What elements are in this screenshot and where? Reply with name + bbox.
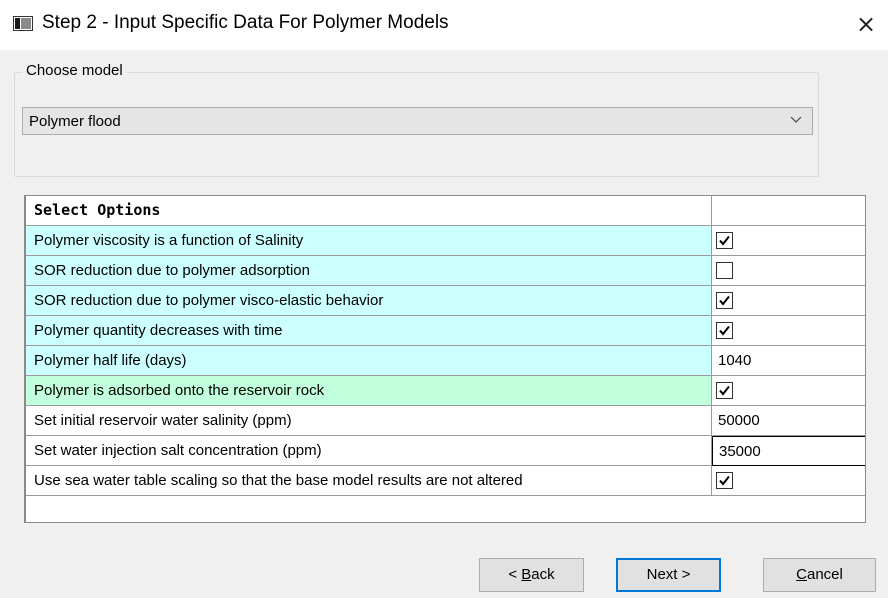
option-value[interactable]: 1040 — [712, 346, 865, 376]
option-label: SOR reduction due to polymer visco-elast… — [26, 286, 712, 316]
model-dropdown[interactable]: Polymer flood — [22, 107, 813, 135]
cancel-button[interactable]: Cancel — [763, 558, 876, 592]
option-label: Polymer quantity decreases with time — [26, 316, 712, 346]
window-title: Step 2 - Input Specific Data For Polymer… — [42, 12, 449, 33]
table-row: Polymer viscosity is a function of Salin… — [26, 226, 865, 256]
options-grid: Select Options Polymer viscosity is a fu… — [24, 195, 866, 523]
close-button[interactable]: × — [852, 10, 880, 38]
checkmark-icon — [719, 475, 730, 486]
table-row: Set water injection salt concentration (… — [26, 436, 865, 466]
table-row: Use sea water table scaling so that the … — [26, 466, 865, 496]
chevron-down-icon — [790, 116, 802, 123]
table-row: SOR reduction due to polymer visco-elast… — [26, 286, 865, 316]
table-row: Polymer quantity decreases with time — [26, 316, 865, 346]
checkbox-checked[interactable] — [716, 472, 733, 489]
grid-header-label: Select Options — [26, 196, 712, 226]
choose-model-label: Choose model — [22, 62, 127, 79]
option-checkbox-cell[interactable] — [712, 316, 865, 346]
checkbox-checked[interactable] — [716, 382, 733, 399]
checkbox-checked[interactable] — [716, 322, 733, 339]
checkmark-icon — [719, 325, 730, 336]
option-checkbox-cell[interactable] — [712, 376, 865, 406]
back-button[interactable]: < Back — [479, 558, 584, 592]
option-checkbox-cell[interactable] — [712, 256, 865, 286]
table-row: Polymer half life (days) 1040 — [26, 346, 865, 376]
grid-header-row: Select Options — [26, 196, 865, 226]
table-row: Polymer is adsorbed onto the reservoir r… — [26, 376, 865, 406]
checkbox-checked[interactable] — [716, 292, 733, 309]
checkmark-icon — [719, 385, 730, 396]
option-label: Set water injection salt concentration (… — [26, 436, 712, 466]
option-value[interactable]: 35000 — [712, 436, 865, 466]
checkbox-checked[interactable] — [716, 232, 733, 249]
option-label: Set initial reservoir water salinity (pp… — [26, 406, 712, 436]
option-checkbox-cell[interactable] — [712, 226, 865, 256]
checkbox-unchecked[interactable] — [716, 262, 733, 279]
checkmark-icon — [719, 295, 730, 306]
option-label: Polymer is adsorbed onto the reservoir r… — [26, 376, 712, 406]
table-row: SOR reduction due to polymer adsorption — [26, 256, 865, 286]
close-icon: × — [855, 10, 877, 38]
option-checkbox-cell[interactable] — [712, 286, 865, 316]
option-label: SOR reduction due to polymer adsorption — [26, 256, 712, 286]
option-checkbox-cell[interactable] — [712, 466, 865, 496]
model-dropdown-value: Polymer flood — [29, 113, 121, 130]
title-bar: Step 2 - Input Specific Data For Polymer… — [0, 0, 888, 50]
option-label: Polymer viscosity is a function of Salin… — [26, 226, 712, 256]
checkmark-icon — [719, 235, 730, 246]
option-value[interactable]: 50000 — [712, 406, 865, 436]
option-label: Use sea water table scaling so that the … — [26, 466, 712, 496]
table-row: Set initial reservoir water salinity (pp… — [26, 406, 865, 436]
next-button[interactable]: Next > — [616, 558, 721, 592]
option-label: Polymer half life (days) — [26, 346, 712, 376]
app-icon — [13, 16, 33, 31]
grid-header-value — [712, 196, 865, 226]
